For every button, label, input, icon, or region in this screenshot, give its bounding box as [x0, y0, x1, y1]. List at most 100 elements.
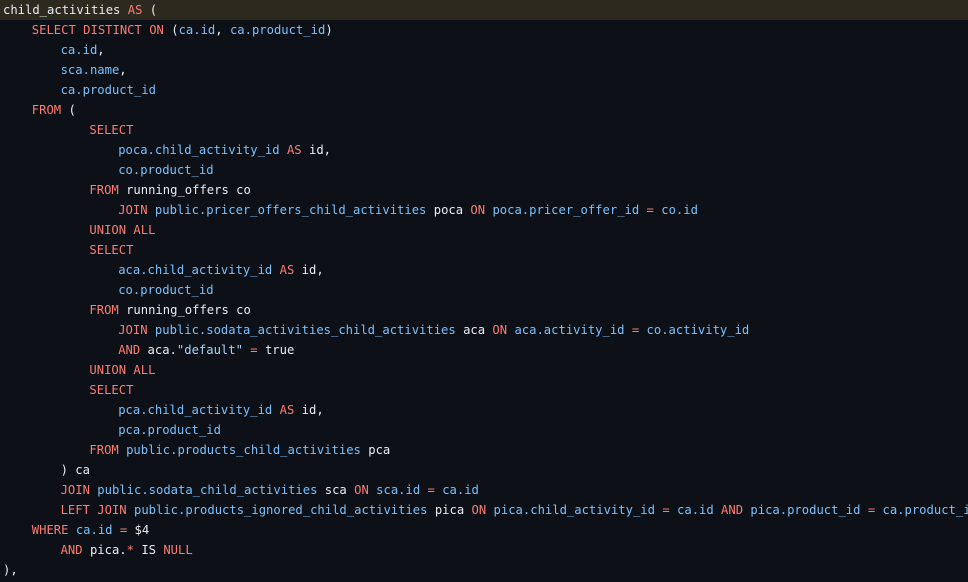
code-token: id,	[294, 403, 324, 417]
code-token: =	[662, 503, 670, 517]
code-token: UNION ALL	[89, 223, 156, 237]
code-line[interactable]: AND aca."default" = true	[0, 340, 968, 360]
code-token: sca.id	[376, 483, 421, 497]
code-token: pca	[360, 443, 391, 457]
code-token: (	[142, 3, 158, 17]
code-token: ) ca	[60, 463, 90, 477]
code-token: ,	[119, 63, 127, 77]
code-token: ca.product_id	[882, 503, 968, 517]
code-token: =	[250, 343, 258, 357]
code-token: public.sodata_activities_child_activitie…	[154, 323, 456, 337]
code-token: SELECT	[89, 123, 134, 137]
code-token: ,	[97, 43, 105, 57]
code-line[interactable]: LEFT JOIN public.products_ignored_child_…	[0, 500, 968, 520]
code-line[interactable]: FROM public.products_child_activities pc…	[0, 440, 968, 460]
code-token: id,	[294, 263, 324, 277]
code-line[interactable]: SELECT	[0, 240, 968, 260]
code-line[interactable]: aca.child_activity_id AS id,	[0, 260, 968, 280]
code-token: SELECT	[89, 243, 134, 257]
code-line[interactable]: SELECT DISTINCT ON (ca.id, ca.product_id…	[0, 20, 968, 40]
code-token: UNION ALL	[89, 363, 156, 377]
code-token: child_activities	[3, 3, 128, 17]
code-token: ca.product_id	[229, 23, 326, 37]
code-token: $4	[127, 523, 150, 537]
code-line[interactable]: poca.child_activity_id AS id,	[0, 140, 968, 160]
code-token: pica.child_activity_id	[493, 503, 655, 517]
code-token: ca.id	[75, 523, 113, 537]
code-token: co.product_id	[118, 163, 214, 177]
code-token: ca.id	[178, 23, 216, 37]
code-token: =	[646, 203, 654, 217]
code-line[interactable]: ),	[0, 560, 968, 580]
code-token: ca.product_id	[60, 83, 156, 97]
code-line[interactable]: SELECT	[0, 380, 968, 400]
code-token: AND	[60, 543, 83, 557]
code-token: sca.name	[60, 63, 120, 77]
code-line[interactable]: co.product_id	[0, 280, 968, 300]
code-token: ON	[470, 203, 486, 217]
code-line[interactable]: pca.product_id	[0, 420, 968, 440]
code-token: pca.product_id	[118, 423, 221, 437]
code-token: ON	[492, 323, 508, 337]
code-token: FROM	[89, 443, 119, 457]
code-line[interactable]: pca.child_activity_id AS id,	[0, 400, 968, 420]
code-token: ca.id	[442, 483, 479, 497]
code-token: AS	[127, 3, 143, 17]
code-token: id,	[301, 143, 332, 157]
code-token: LEFT JOIN	[60, 503, 127, 517]
code-token: ),	[3, 563, 18, 577]
code-line[interactable]: UNION ALL	[0, 220, 968, 240]
code-token: ca.id	[60, 43, 98, 57]
code-editor[interactable]: child_activities AS (SELECT DISTINCT ON …	[0, 0, 968, 582]
code-line[interactable]: JOIN public.sodata_child_activities sca …	[0, 480, 968, 500]
code-line[interactable]: co.product_id	[0, 160, 968, 180]
code-token: IS	[133, 543, 164, 557]
code-token: AS	[286, 143, 302, 157]
code-line[interactable]: AND pica.* IS NULL	[0, 540, 968, 560]
code-line[interactable]: FROM running_offers co	[0, 180, 968, 200]
code-token: sca	[317, 483, 355, 497]
code-token: FROM	[89, 183, 119, 197]
code-token: aca.child_activity_id	[118, 263, 273, 277]
code-line[interactable]: SELECT	[0, 120, 968, 140]
code-token: FROM	[31, 103, 62, 117]
code-line[interactable]: JOIN public.pricer_offers_child_activiti…	[0, 200, 968, 220]
code-token: SELECT DISTINCT ON	[31, 23, 164, 37]
code-token: aca	[455, 323, 493, 337]
code-token: ON	[471, 503, 487, 517]
code-line[interactable]: child_activities AS (	[0, 0, 968, 20]
code-token: )	[325, 23, 333, 37]
code-line[interactable]: JOIN public.sodata_activities_child_acti…	[0, 320, 968, 340]
code-line[interactable]: ca.id,	[0, 40, 968, 60]
code-token: (	[61, 103, 76, 117]
code-token: poca	[426, 203, 471, 217]
code-token: co.product_id	[118, 283, 214, 297]
code-line[interactable]: FROM running_offers co	[0, 300, 968, 320]
code-token: aca.activity_id	[514, 323, 625, 337]
code-token: pica	[427, 503, 472, 517]
code-token: poca.child_activity_id	[118, 143, 280, 157]
code-token: public.pricer_offers_child_activities	[154, 203, 427, 217]
code-line[interactable]: WHERE ca.id = $4	[0, 520, 968, 540]
code-token: AND	[721, 503, 744, 517]
code-token: running_offers co	[118, 303, 251, 317]
code-line[interactable]: ) ca	[0, 460, 968, 480]
code-token: public.sodata_child_activities	[97, 483, 318, 497]
code-line[interactable]: sca.name,	[0, 60, 968, 80]
code-line[interactable]: FROM (	[0, 100, 968, 120]
code-line[interactable]: UNION ALL	[0, 360, 968, 380]
code-token: (	[163, 23, 179, 37]
code-line[interactable]: ca.product_id	[0, 80, 968, 100]
